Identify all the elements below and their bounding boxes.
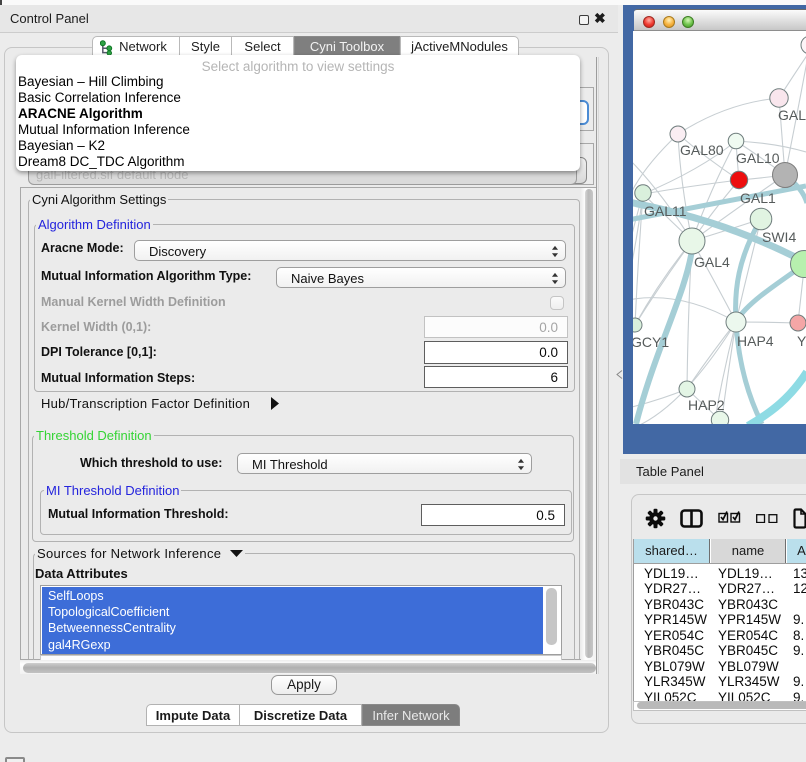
svg-text:Y: Y (797, 333, 806, 349)
svg-text:GAL80: GAL80 (680, 142, 724, 158)
svg-text:GCY1: GCY1 (633, 334, 669, 350)
svg-text:HAP2: HAP2 (688, 397, 725, 413)
svg-text:GAL: GAL (778, 107, 806, 123)
svg-text:GAL11: GAL11 (644, 203, 687, 219)
svg-text:HAP4: HAP4 (737, 333, 774, 349)
svg-text:GAL1: GAL1 (740, 190, 776, 206)
svg-text:SWI4: SWI4 (762, 229, 796, 245)
svg-text:GAL4: GAL4 (694, 254, 730, 270)
svg-text:GAL10: GAL10 (736, 150, 780, 166)
